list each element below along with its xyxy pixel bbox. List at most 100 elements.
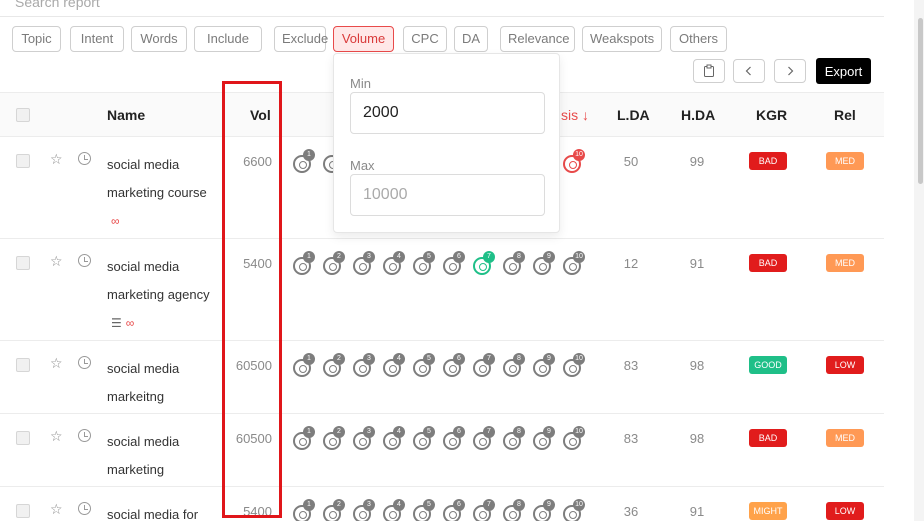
serp-icon[interactable]: 8 <box>502 499 526 521</box>
serp-positions: 1 2 3 4 5 6 7 8 9 10 <box>292 251 587 275</box>
row-checkbox[interactable] <box>16 504 30 518</box>
min-input[interactable] <box>350 92 545 134</box>
kgr-badge: BAD <box>749 429 787 447</box>
max-input[interactable] <box>350 174 545 216</box>
star-icon[interactable]: ☆ <box>50 151 63 168</box>
table-row[interactable]: ☆ social media marketing agency ☰ ∞ 5400 1 2 3 4 5… <box>0 239 884 341</box>
table-row[interactable]: ☆ social media marketing 60500 1 2 3 4 5 6 7 8 9 10 83… <box>0 414 884 487</box>
header-rel[interactable]: Rel <box>834 107 856 123</box>
filter-relevance[interactable]: Relevance <box>500 26 575 52</box>
rel-badge: LOW <box>826 502 864 520</box>
clock-icon[interactable] <box>78 429 91 442</box>
filter-intent[interactable]: Intent <box>70 26 124 52</box>
link-icon[interactable]: ∞ <box>126 309 135 337</box>
serp-icon[interactable]: 10 <box>562 149 586 173</box>
serp-icon[interactable]: 6 <box>442 353 466 377</box>
star-icon[interactable]: ☆ <box>50 501 63 518</box>
serp-icon[interactable]: 4 <box>382 499 406 521</box>
serp-icon[interactable]: 9 <box>532 426 556 450</box>
filter-volume[interactable]: Volume <box>333 26 394 52</box>
serp-icon[interactable]: 7 <box>472 353 496 377</box>
star-icon[interactable]: ☆ <box>50 355 63 372</box>
export-button[interactable]: Export <box>816 58 871 84</box>
serp-icon[interactable]: 5 <box>412 251 436 275</box>
serp-icon[interactable]: 10 <box>562 353 586 377</box>
serp-icon[interactable]: 2 <box>322 251 346 275</box>
header-kgr[interactable]: KGR <box>756 107 787 123</box>
keyword-cell: social media marketing course ∞ <box>107 151 227 235</box>
search-bar[interactable]: Search report <box>0 0 884 17</box>
header-name[interactable]: Name <box>107 107 145 123</box>
serp-positions: 1 2 3 4 5 6 7 8 9 10 <box>292 353 587 377</box>
row-checkbox[interactable] <box>16 154 30 168</box>
serp-icon[interactable]: 2 <box>322 499 346 521</box>
filter-topic[interactable]: Topic <box>12 26 61 52</box>
clock-icon[interactable] <box>78 152 91 165</box>
serp-icon[interactable]: 3 <box>352 499 376 521</box>
header-sort[interactable]: sis ↓ <box>561 107 589 123</box>
serp-icon[interactable]: 5 <box>412 499 436 521</box>
serp-icon[interactable]: 2 <box>322 353 346 377</box>
serp-icon[interactable]: 1 <box>292 426 316 450</box>
serp-icon[interactable]: 5 <box>412 353 436 377</box>
link-icon[interactable]: ∞ <box>111 207 120 235</box>
serp-icon[interactable]: 1 <box>292 251 316 275</box>
serp-icon[interactable]: 9 <box>532 353 556 377</box>
serp-icon[interactable]: 2 <box>322 426 346 450</box>
serp-icon[interactable]: 3 <box>352 251 376 275</box>
serp-icon[interactable]: 7 <box>472 499 496 521</box>
filter-words[interactable]: Words <box>131 26 187 52</box>
serp-icon[interactable]: 5 <box>412 426 436 450</box>
list-icon[interactable]: ☰ <box>111 309 122 337</box>
min-label: Min <box>350 76 371 91</box>
filter-da[interactable]: DA <box>454 26 488 52</box>
table-row[interactable]: ☆ social media markeitng 60500 1 2 3 4 5 6 7 8 9 10 83… <box>0 341 884 414</box>
prev-page-button[interactable] <box>733 59 765 83</box>
serp-icon[interactable]: 9 <box>532 499 556 521</box>
serp-icon[interactable]: 10 <box>562 426 586 450</box>
serp-icon[interactable]: 1 <box>292 499 316 521</box>
serp-icon[interactable]: 3 <box>352 426 376 450</box>
rel-badge: MED <box>826 152 864 170</box>
serp-icon[interactable]: 3 <box>352 353 376 377</box>
serp-icon[interactable]: 10 <box>562 251 586 275</box>
serp-icon[interactable]: 10 <box>562 499 586 521</box>
next-page-button[interactable] <box>774 59 806 83</box>
serp-icon[interactable]: 8 <box>502 426 526 450</box>
scrollbar-thumb[interactable] <box>918 18 923 184</box>
serp-icon[interactable]: 6 <box>442 251 466 275</box>
row-checkbox[interactable] <box>16 358 30 372</box>
clipboard-button[interactable] <box>693 59 725 83</box>
serp-icon[interactable]: 1 <box>292 353 316 377</box>
keyword-line: marketing course <box>107 185 207 200</box>
filter-others[interactable]: Others <box>670 26 727 52</box>
kgr-badge: BAD <box>749 254 787 272</box>
serp-icon[interactable]: 6 <box>442 426 466 450</box>
clock-icon[interactable] <box>78 356 91 369</box>
row-checkbox[interactable] <box>16 256 30 270</box>
star-icon[interactable]: ☆ <box>50 428 63 445</box>
serp-icon[interactable]: 4 <box>382 426 406 450</box>
serp-icon[interactable]: 9 <box>532 251 556 275</box>
filter-exclude[interactable]: Exclude <box>274 26 328 52</box>
filter-include[interactable]: Include <box>194 26 262 52</box>
serp-icon[interactable]: 7 <box>472 251 496 275</box>
header-hda[interactable]: H.DA <box>681 107 715 123</box>
row-checkbox[interactable] <box>16 431 30 445</box>
select-all-checkbox[interactable] <box>16 108 30 122</box>
star-icon[interactable]: ☆ <box>50 253 63 270</box>
table-row[interactable]: ☆ social media for 5400 1 2 3 4 5 6 7 8 9 10 36 91 MIGH… <box>0 487 884 521</box>
clock-icon[interactable] <box>78 254 91 267</box>
serp-icon[interactable]: 6 <box>442 499 466 521</box>
header-lda[interactable]: L.DA <box>617 107 650 123</box>
serp-icon[interactable]: 1 <box>292 149 316 173</box>
volume-filter-popup: Min Max <box>333 53 560 233</box>
filter-weakspots[interactable]: Weakspots <box>582 26 662 52</box>
clock-icon[interactable] <box>78 502 91 515</box>
serp-icon[interactable]: 4 <box>382 353 406 377</box>
serp-icon[interactable]: 8 <box>502 353 526 377</box>
filter-cpc[interactable]: CPC <box>403 26 447 52</box>
serp-icon[interactable]: 7 <box>472 426 496 450</box>
serp-icon[interactable]: 8 <box>502 251 526 275</box>
serp-icon[interactable]: 4 <box>382 251 406 275</box>
